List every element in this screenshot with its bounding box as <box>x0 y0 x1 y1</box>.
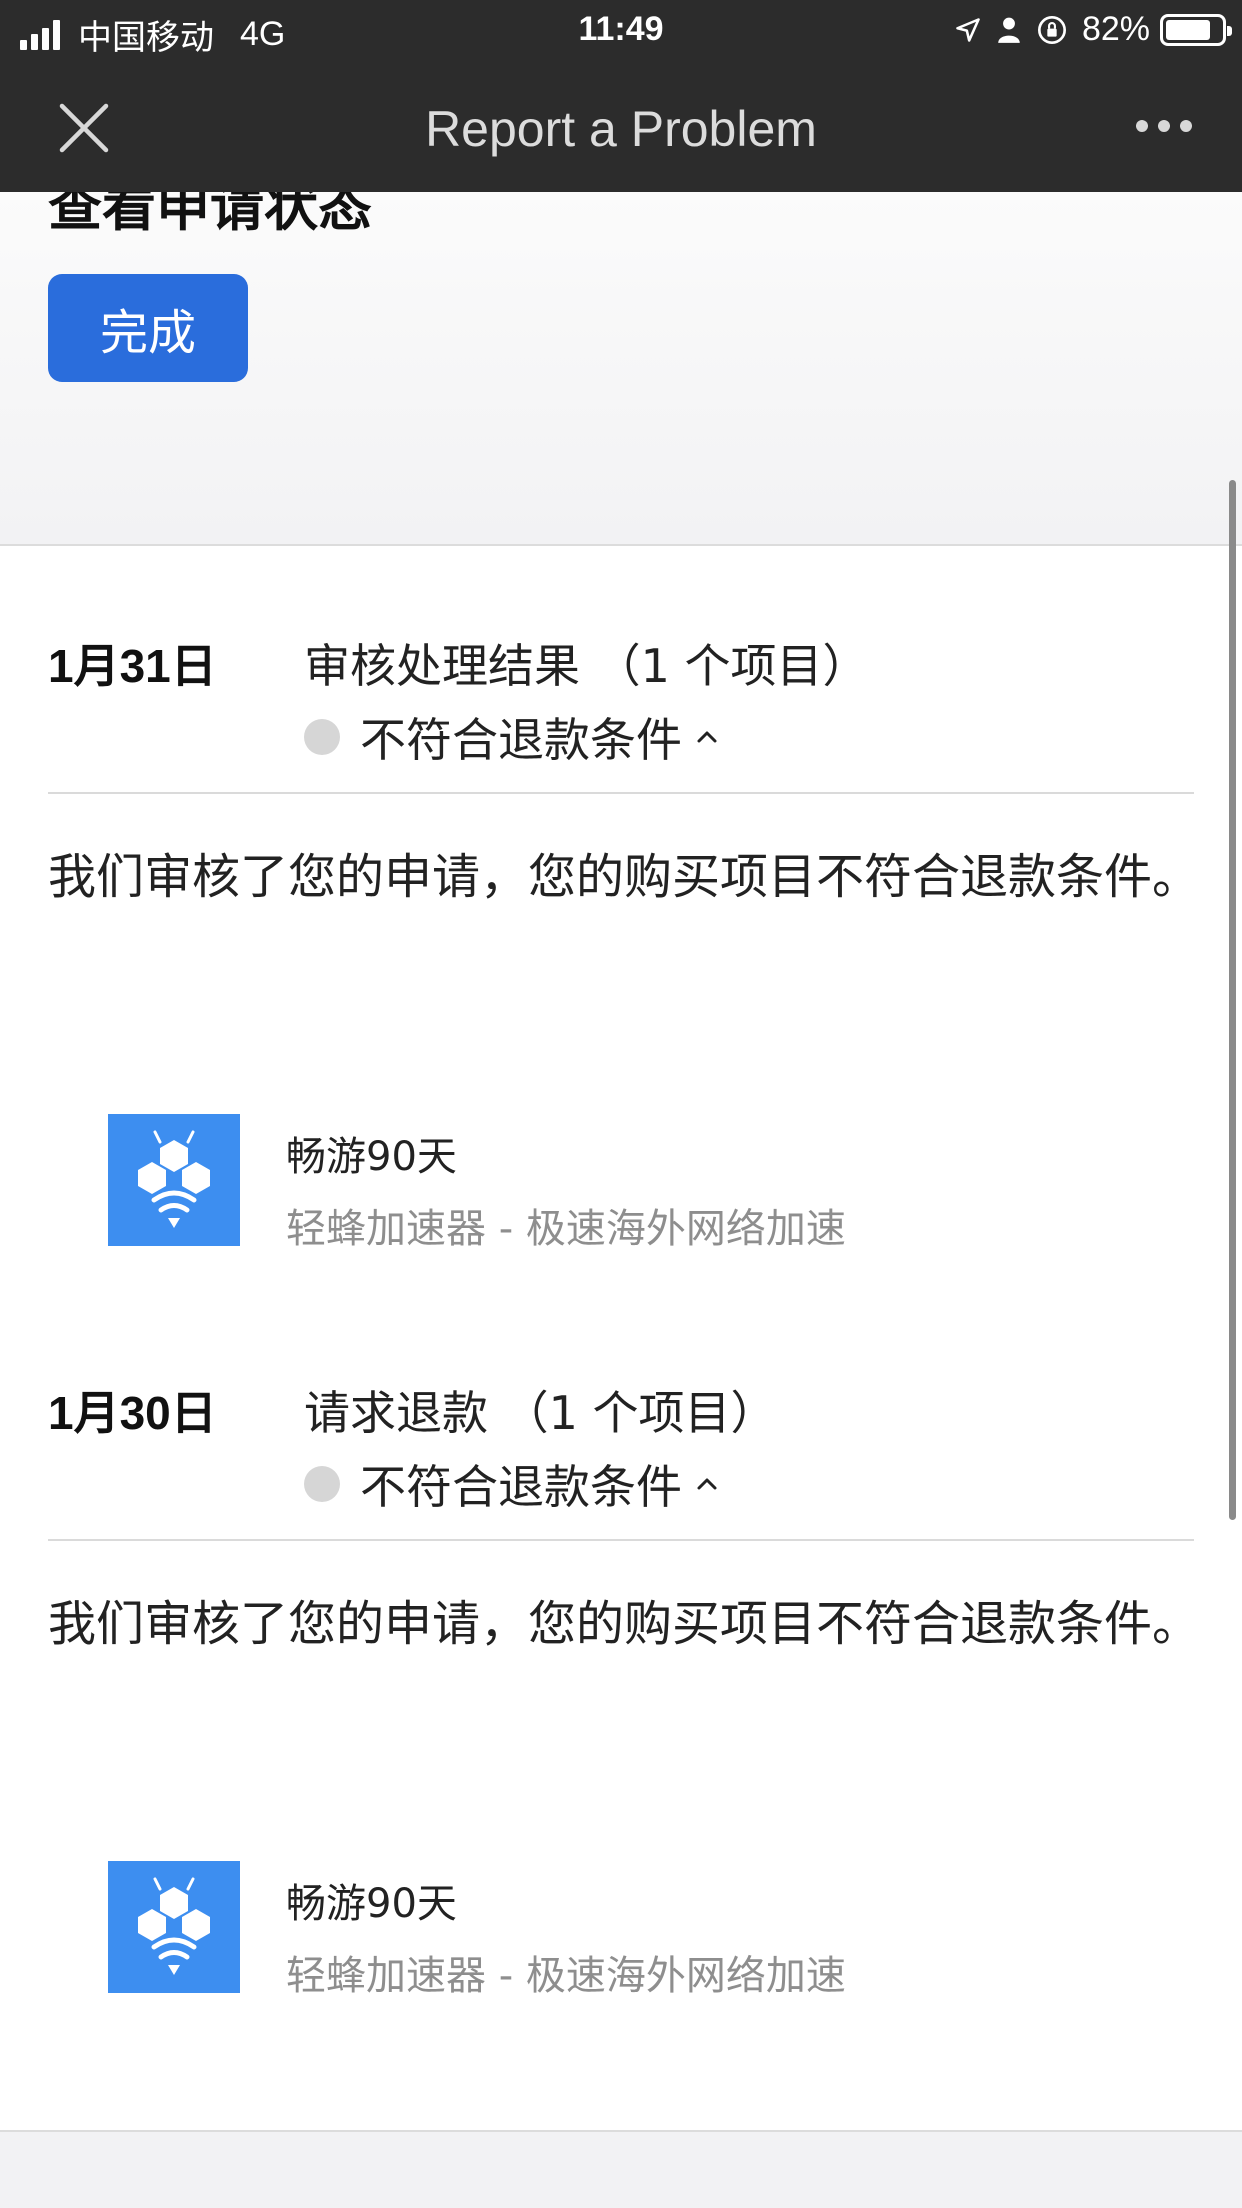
person-icon <box>998 17 1020 43</box>
bee-app-icon <box>108 1861 240 1993</box>
page-title: Report a Problem <box>425 101 817 157</box>
status-right: 82% <box>954 10 1232 49</box>
chevron-up-icon <box>697 731 717 743</box>
entry-date: 1月31日 <box>48 640 217 692</box>
request-status-header: 查看申请状态 完成 <box>0 192 1242 546</box>
nav-bar: Report a Problem <box>0 62 1242 192</box>
status-bar: 中国移动 4G 11:49 82% <box>0 0 1242 62</box>
purchase-item[interactable]: 畅游90天 轻蜂加速器 - 极速海外网络加速 <box>108 1861 846 2001</box>
bee-app-icon <box>108 1114 240 1246</box>
entry-message: 我们审核了您的申请，您的购买项目不符合退款条件。 <box>48 1596 1201 1652</box>
entry-status-label: 不符合退款条件 <box>360 713 682 767</box>
more-options-icon[interactable] <box>1126 120 1192 132</box>
done-button[interactable]: 完成 <box>48 274 248 382</box>
battery-percentage: 82% <box>1081 10 1150 48</box>
item-name: 畅游90天 <box>286 1881 457 1927</box>
entry-status-toggle[interactable]: 不符合退款条件 <box>304 1451 718 1517</box>
divider <box>48 792 1194 794</box>
orientation-lock-icon <box>1037 15 1066 44</box>
status-dot-icon <box>304 1466 340 1502</box>
footer-area <box>0 2130 1242 2208</box>
entry-message: 我们审核了您的申请，您的购买项目不符合退款条件。 <box>48 849 1201 905</box>
battery-icon <box>1160 13 1232 46</box>
entry-heading: 审核处理结果 （1 个项目） <box>304 639 869 693</box>
divider <box>48 1539 1194 1541</box>
entry-status-toggle[interactable]: 不符合退款条件 <box>304 704 718 770</box>
entry-date: 1月30日 <box>48 1387 217 1439</box>
entry-heading: 请求退款 （1 个项目） <box>304 1386 777 1440</box>
item-subtitle: 轻蜂加速器 - 极速海外网络加速 <box>286 1953 846 1999</box>
location-arrow-icon <box>956 17 980 42</box>
status-dot-icon <box>304 719 340 755</box>
entry-status-label: 不符合退款条件 <box>360 1460 682 1514</box>
item-subtitle: 轻蜂加速器 - 极速海外网络加速 <box>286 1206 846 1252</box>
battery-level <box>1166 19 1211 40</box>
purchase-item[interactable]: 畅游90天 轻蜂加速器 - 极速海外网络加速 <box>108 1114 846 1254</box>
scrollbar[interactable] <box>1229 480 1236 1520</box>
section-title: 查看申请状态 <box>48 192 372 238</box>
chevron-up-icon <box>697 1478 717 1490</box>
item-name: 畅游90天 <box>286 1134 457 1180</box>
